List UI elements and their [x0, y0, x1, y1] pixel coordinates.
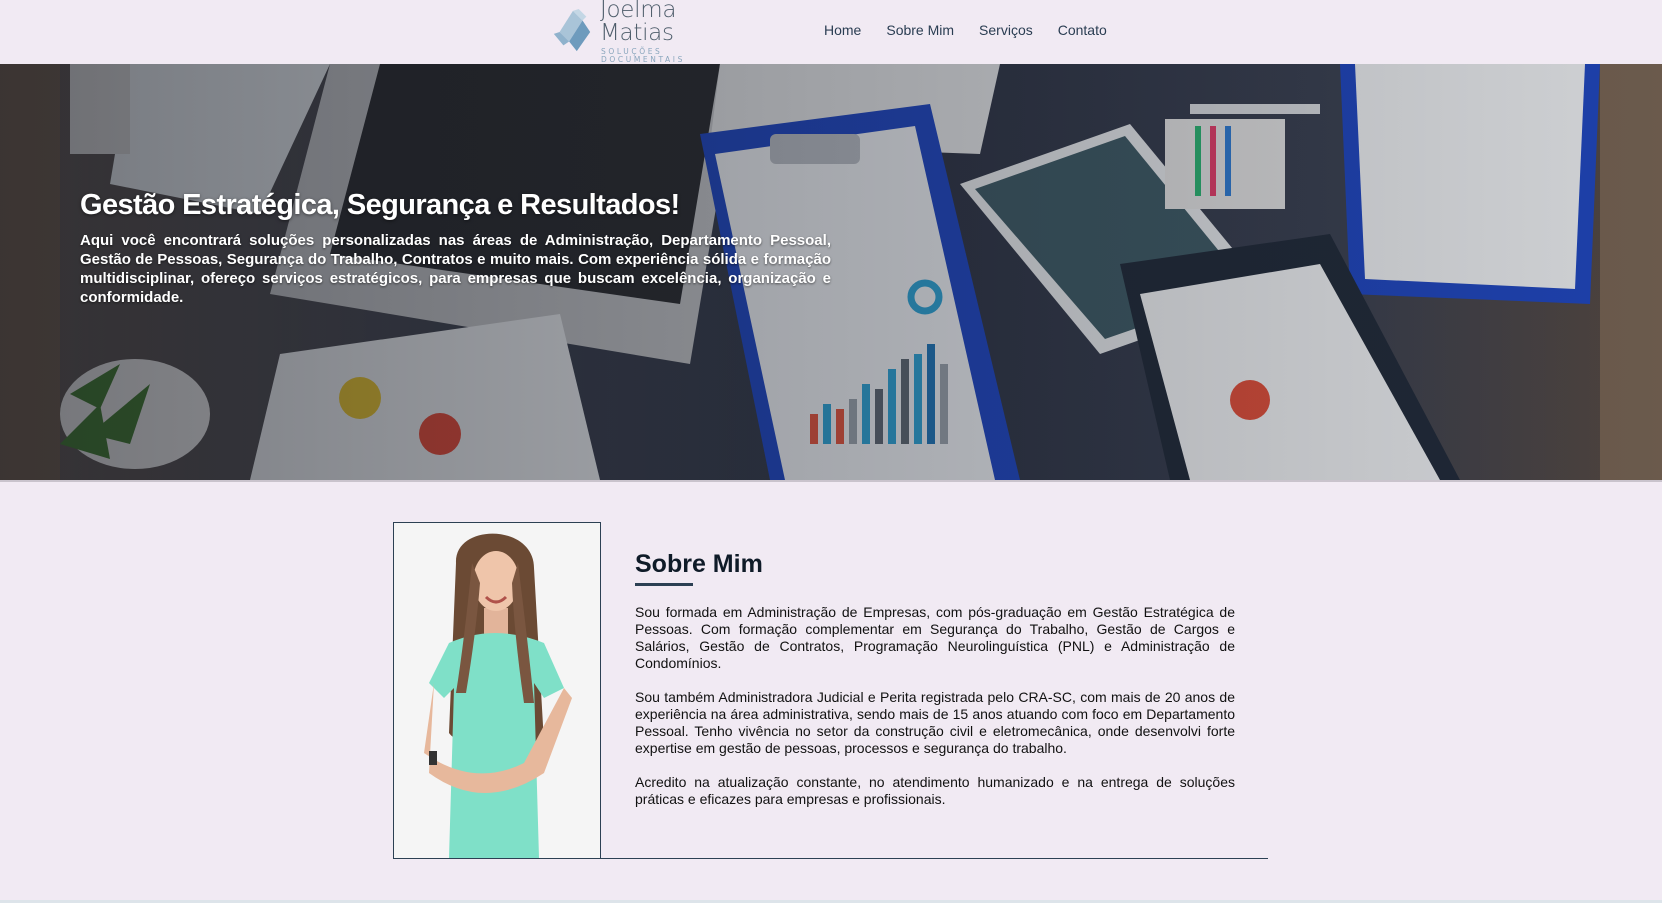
- logo-name: Joelma Matias: [600, 0, 677, 46]
- nav-sobre-mim-link[interactable]: Sobre Mim: [886, 22, 954, 38]
- nav-home-link[interactable]: Home: [824, 22, 861, 38]
- about-title-underline: [635, 583, 693, 586]
- diamond-logo-icon: [553, 8, 591, 52]
- site-header: Joelma Matias SOLUÇÕES DOCUMENTAIS Home …: [0, 0, 1662, 64]
- about-paragraph-2: Sou também Administradora Judicial e Per…: [635, 689, 1235, 756]
- site-logo[interactable]: Joelma Matias SOLUÇÕES DOCUMENTAIS: [550, 0, 750, 63]
- hero-divider: [0, 480, 1662, 482]
- hero-description: Aqui você encontrará soluções personaliz…: [80, 232, 831, 306]
- about-paragraph-3: Acredito na atualização constante, no at…: [635, 774, 1235, 807]
- nav-servicos-link[interactable]: Serviços: [979, 22, 1033, 38]
- about-title: Sobre Mim: [635, 550, 763, 578]
- hero-title: Gestão Estratégica, Segurança e Resultad…: [80, 189, 680, 221]
- nav-contato-link[interactable]: Contato: [1058, 22, 1107, 38]
- hero-banner: Gestão Estratégica, Segurança e Resultad…: [0, 64, 1662, 480]
- logo-subtitle: SOLUÇÕES DOCUMENTAIS: [601, 47, 685, 64]
- profile-photo: [393, 522, 601, 859]
- main-nav: Home Sobre Mim Serviços Contato: [824, 0, 1107, 60]
- about-text: Sou formada em Administração de Empresas…: [635, 604, 1235, 825]
- about-bottom-border: [600, 858, 1268, 859]
- about-paragraph-1: Sou formada em Administração de Empresas…: [635, 604, 1235, 671]
